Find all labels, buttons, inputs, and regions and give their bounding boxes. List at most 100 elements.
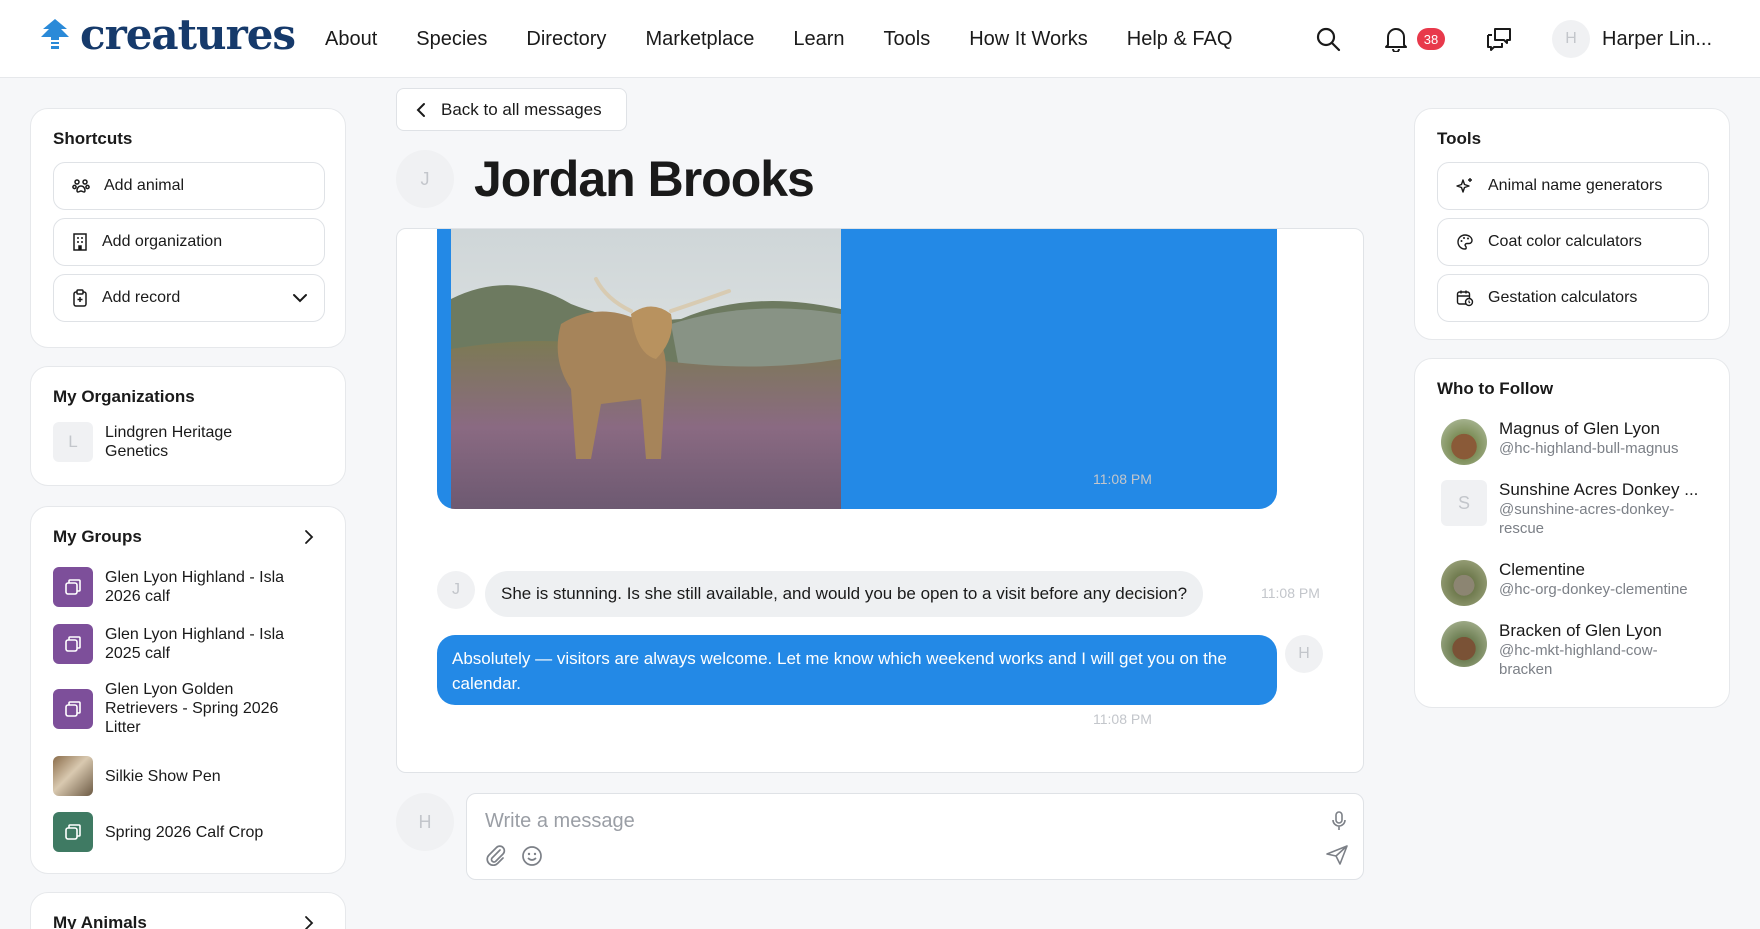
nav-how-it-works[interactable]: How It Works	[969, 28, 1088, 51]
user-name: Harper Lin...	[1602, 27, 1713, 50]
add-animal-button[interactable]: Add animal	[53, 162, 325, 210]
group-item[interactable]: Silkie Show Pen	[53, 756, 305, 796]
tools-title: Tools	[1437, 129, 1482, 148]
chevron-right-icon[interactable]	[303, 915, 315, 929]
nav-about[interactable]: About	[325, 28, 377, 51]
organizations-card: My Organizations L Lindgren Heritage Gen…	[30, 366, 346, 486]
message-thread[interactable]: 11:08 PM J She is stunning. Is she still…	[396, 228, 1364, 773]
group-icon	[53, 688, 93, 729]
tool-label: Animal name generators	[1488, 177, 1663, 194]
group-name: Silkie Show Pen	[105, 767, 221, 785]
animal-name-generators-button[interactable]: Animal name generators	[1437, 162, 1709, 210]
group-item[interactable]: Spring 2026 Calf Crop	[53, 812, 305, 852]
user-menu[interactable]: H Harper Lin...	[1552, 20, 1712, 58]
nav-directory[interactable]: Directory	[526, 28, 606, 51]
coat-color-calculators-button[interactable]: Coat color calculators	[1437, 218, 1709, 266]
add-animal-label: Add animal	[104, 177, 185, 194]
group-name: Glen Lyon Highland - Isla 2025 calf	[105, 626, 285, 662]
sparkle-icon	[1456, 178, 1472, 193]
message-composer	[466, 793, 1364, 880]
paw-icon	[72, 179, 90, 193]
contact-avatar: J	[396, 150, 454, 208]
sender-avatar: H	[1285, 635, 1323, 673]
follow-name: Sunshine Acres Donkey ...	[1499, 480, 1699, 499]
group-icon	[53, 812, 93, 852]
highland-cow-photo[interactable]	[451, 229, 841, 509]
notification-badge: 38	[1417, 28, 1445, 50]
building-icon	[73, 233, 87, 251]
animals-title[interactable]: My Animals	[53, 913, 147, 929]
chevron-down-icon[interactable]	[292, 291, 308, 305]
group-item[interactable]: Glen Lyon Highland - Isla 2025 calf	[53, 624, 305, 664]
main-nav: About Species Directory Marketplace Lear…	[325, 0, 1271, 78]
add-organization-button[interactable]: Add organization	[53, 218, 325, 266]
paperclip-icon[interactable]	[485, 844, 507, 866]
follow-name: Clementine	[1499, 560, 1585, 579]
send-icon[interactable]	[1325, 844, 1349, 866]
search-icon[interactable]	[1311, 22, 1345, 56]
emoji-icon[interactable]	[521, 845, 543, 867]
follow-handle: @hc-org-donkey-clementine	[1499, 581, 1688, 598]
follow-suggestion[interactable]: Bracken of Glen Lyon @hc-mkt-highland-co…	[1441, 621, 1711, 679]
follow-suggestion[interactable]: Clementine @hc-org-donkey-clementine	[1441, 560, 1711, 606]
tool-label: Gestation calculators	[1488, 289, 1638, 306]
outgoing-message: Absolutely — visitors are always welcome…	[437, 635, 1277, 705]
nav-learn[interactable]: Learn	[793, 28, 844, 51]
sender-avatar: J	[437, 571, 475, 609]
messages-icon[interactable]	[1482, 22, 1516, 56]
palette-icon	[1457, 234, 1473, 250]
follow-handle: @sunshine-acres-donkey-rescue	[1499, 501, 1675, 537]
user-avatar: H	[1552, 20, 1590, 58]
message-time: 11:08 PM	[1093, 711, 1152, 727]
logo-text: creatures	[80, 10, 296, 59]
group-icon	[53, 567, 93, 607]
message-input[interactable]	[485, 806, 1265, 836]
groups-title[interactable]: My Groups	[53, 527, 142, 547]
organization-item[interactable]: L Lindgren Heritage Genetics	[53, 422, 285, 462]
image-message[interactable]	[437, 229, 1277, 509]
group-name: Glen Lyon Golden Retrievers - Spring 202…	[105, 681, 279, 736]
follow-avatar	[1441, 621, 1487, 667]
group-item[interactable]: Glen Lyon Golden Retrievers - Spring 202…	[53, 680, 305, 737]
group-photo	[53, 756, 93, 796]
nav-help-faq[interactable]: Help & FAQ	[1127, 28, 1233, 51]
shortcuts-title: Shortcuts	[53, 129, 133, 148]
tool-label: Coat color calculators	[1488, 233, 1642, 250]
organization-name: Lindgren Heritage Genetics	[105, 424, 233, 460]
group-icon	[53, 624, 93, 664]
nav-marketplace[interactable]: Marketplace	[645, 28, 754, 51]
nav-species[interactable]: Species	[416, 28, 487, 51]
back-label: Back to all messages	[441, 99, 602, 119]
animals-card: My Animals	[30, 892, 346, 929]
contact-name: Jordan Brooks	[474, 151, 815, 207]
follow-name: Bracken of Glen Lyon	[1499, 621, 1662, 640]
follow-avatar: S	[1441, 480, 1487, 526]
logo-icon	[41, 19, 69, 49]
back-to-messages-button[interactable]: Back to all messages	[396, 88, 627, 131]
bell-icon[interactable]	[1379, 22, 1413, 56]
group-item[interactable]: Glen Lyon Highland - Isla 2026 calf	[53, 567, 305, 607]
chevron-right-icon[interactable]	[303, 529, 315, 545]
organization-avatar: L	[53, 422, 93, 462]
follow-suggestion[interactable]: S Sunshine Acres Donkey ... @sunshine-ac…	[1441, 480, 1711, 538]
group-name: Glen Lyon Highland - Isla 2026 calf	[105, 569, 285, 605]
follow-suggestion[interactable]: Magnus of Glen Lyon @hc-highland-bull-ma…	[1441, 419, 1711, 465]
message-time: 11:08 PM	[1093, 471, 1152, 487]
message-time: 11:08 PM	[1261, 585, 1320, 601]
nav-tools[interactable]: Tools	[884, 28, 931, 51]
clipboard-icon	[73, 289, 87, 307]
microphone-icon[interactable]	[1331, 810, 1347, 832]
follow-handle: @hc-highland-bull-magnus	[1499, 440, 1679, 457]
follow-name: Magnus of Glen Lyon	[1499, 419, 1660, 438]
calendar-clock-icon	[1456, 290, 1474, 307]
top-navigation: creatures About Species Directory Market…	[0, 0, 1760, 78]
add-organization-label: Add organization	[102, 233, 223, 250]
organizations-title: My Organizations	[53, 387, 195, 406]
who-to-follow-title: Who to Follow	[1437, 379, 1554, 398]
tools-card: Tools Animal name generators Coat color …	[1414, 108, 1730, 340]
chevron-left-icon	[416, 102, 425, 117]
logo[interactable]: creatures	[38, 10, 296, 59]
add-record-button[interactable]: Add record	[53, 274, 325, 322]
gestation-calculators-button[interactable]: Gestation calculators	[1437, 274, 1709, 322]
add-record-label: Add record	[102, 289, 181, 306]
